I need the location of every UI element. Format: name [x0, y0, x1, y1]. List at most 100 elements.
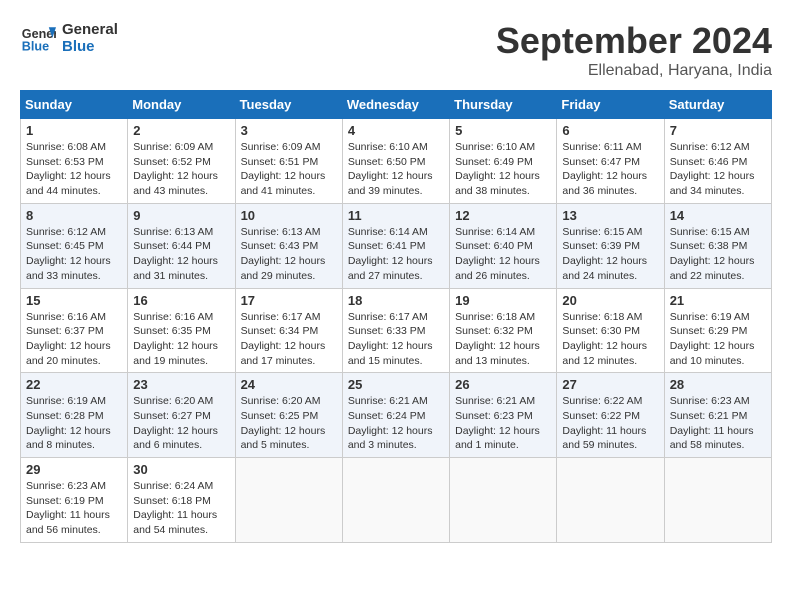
- calendar-cell: [664, 458, 771, 543]
- calendar-cell: 26Sunrise: 6:21 AM Sunset: 6:23 PM Dayli…: [450, 373, 557, 458]
- calendar-table: SundayMondayTuesdayWednesdayThursdayFrid…: [20, 90, 772, 543]
- day-number: 27: [562, 377, 658, 392]
- day-number: 7: [670, 123, 766, 138]
- day-number: 1: [26, 123, 122, 138]
- calendar-cell: 22 Sunrise: 6:19 AM Sunset: 6:28 PM Dayli…: [21, 373, 128, 458]
- day-number: 29: [26, 462, 122, 477]
- day-info: Sunrise: 6:13 AM Sunset: 6:43 PM Dayligh…: [241, 225, 337, 284]
- calendar-cell: 21Sunrise: 6:19 AM Sunset: 6:29 PM Dayli…: [664, 288, 771, 373]
- logo-text-line2: Blue: [62, 38, 118, 55]
- location-title: Ellenabad, Haryana, India: [496, 62, 772, 80]
- day-info: Sunrise: 6:20 AM Sunset: 6:25 PM Dayligh…: [241, 394, 337, 453]
- calendar-week-row: 29 Sunrise: 6:23 AM Sunset: 6:19 PM Dayli…: [21, 458, 772, 543]
- calendar-cell: 12 Sunrise: 6:14 AM Sunset: 6:40 PM Dayli…: [450, 203, 557, 288]
- day-number: 13: [562, 208, 658, 223]
- day-number: 11: [348, 208, 444, 223]
- day-info: Sunrise: 6:19 AM Sunset: 6:28 PM Dayligh…: [26, 394, 122, 453]
- day-info: Sunrise: 6:09 AM Sunset: 6:51 PM Dayligh…: [241, 140, 337, 199]
- day-info: Sunrise: 6:13 AM Sunset: 6:44 PM Dayligh…: [133, 225, 229, 284]
- calendar-cell: 2 Sunrise: 6:09 AM Sunset: 6:52 PM Daylig…: [128, 119, 235, 204]
- calendar-week-row: 15 Sunrise: 6:16 AM Sunset: 6:37 PM Dayli…: [21, 288, 772, 373]
- day-info: Sunrise: 6:24 AM Sunset: 6:18 PM Dayligh…: [133, 479, 229, 538]
- day-info: Sunrise: 6:23 AM Sunset: 6:19 PM Dayligh…: [26, 479, 122, 538]
- day-info: Sunrise: 6:23 AM Sunset: 6:21 PM Dayligh…: [670, 394, 766, 453]
- logo-icon: General Blue: [20, 20, 56, 56]
- day-number: 19: [455, 293, 551, 308]
- day-of-week-header: Saturday: [664, 91, 771, 119]
- calendar-week-row: 8 Sunrise: 6:12 AM Sunset: 6:45 PM Daylig…: [21, 203, 772, 288]
- logo-text-line1: General: [62, 21, 118, 38]
- calendar-cell: 30 Sunrise: 6:24 AM Sunset: 6:18 PM Dayli…: [128, 458, 235, 543]
- day-of-week-header: Monday: [128, 91, 235, 119]
- calendar-cell: 7 Sunrise: 6:12 AM Sunset: 6:46 PM Daylig…: [664, 119, 771, 204]
- calendar-cell: [342, 458, 449, 543]
- day-info: Sunrise: 6:22 AM Sunset: 6:22 PM Dayligh…: [562, 394, 658, 453]
- day-number: 24: [241, 377, 337, 392]
- calendar-week-row: 22 Sunrise: 6:19 AM Sunset: 6:28 PM Dayli…: [21, 373, 772, 458]
- day-info: Sunrise: 6:12 AM Sunset: 6:46 PM Dayligh…: [670, 140, 766, 199]
- day-number: 8: [26, 208, 122, 223]
- day-number: 9: [133, 208, 229, 223]
- day-number: 5: [455, 123, 551, 138]
- day-info: Sunrise: 6:16 AM Sunset: 6:35 PM Dayligh…: [133, 310, 229, 369]
- day-number: 17: [241, 293, 337, 308]
- month-title: September 2024: [496, 20, 772, 62]
- day-info: Sunrise: 6:17 AM Sunset: 6:33 PM Dayligh…: [348, 310, 444, 369]
- day-info: Sunrise: 6:15 AM Sunset: 6:39 PM Dayligh…: [562, 225, 658, 284]
- day-number: 2: [133, 123, 229, 138]
- calendar-header-row: SundayMondayTuesdayWednesdayThursdayFrid…: [21, 91, 772, 119]
- calendar-cell: 13 Sunrise: 6:15 AM Sunset: 6:39 PM Dayli…: [557, 203, 664, 288]
- svg-text:Blue: Blue: [22, 40, 49, 54]
- day-info: Sunrise: 6:19 AM Sunset: 6:29 PM Dayligh…: [670, 310, 766, 369]
- calendar-cell: [557, 458, 664, 543]
- day-of-week-header: Thursday: [450, 91, 557, 119]
- calendar-cell: 24 Sunrise: 6:20 AM Sunset: 6:25 PM Dayli…: [235, 373, 342, 458]
- day-info: Sunrise: 6:11 AM Sunset: 6:47 PM Dayligh…: [562, 140, 658, 199]
- day-info: Sunrise: 6:14 AM Sunset: 6:41 PM Dayligh…: [348, 225, 444, 284]
- calendar-cell: 23Sunrise: 6:20 AM Sunset: 6:27 PM Dayli…: [128, 373, 235, 458]
- day-number: 28: [670, 377, 766, 392]
- day-number: 26: [455, 377, 551, 392]
- calendar-cell: 27 Sunrise: 6:22 AM Sunset: 6:22 PM Dayli…: [557, 373, 664, 458]
- calendar-cell: 14Sunrise: 6:15 AM Sunset: 6:38 PM Dayli…: [664, 203, 771, 288]
- calendar-cell: [450, 458, 557, 543]
- day-number: 22: [26, 377, 122, 392]
- day-info: Sunrise: 6:10 AM Sunset: 6:50 PM Dayligh…: [348, 140, 444, 199]
- day-info: Sunrise: 6:17 AM Sunset: 6:34 PM Dayligh…: [241, 310, 337, 369]
- calendar-cell: 10 Sunrise: 6:13 AM Sunset: 6:43 PM Dayli…: [235, 203, 342, 288]
- logo: General Blue General Blue: [20, 20, 118, 56]
- day-number: 30: [133, 462, 229, 477]
- calendar-cell: 1 Sunrise: 6:08 AM Sunset: 6:53 PM Daylig…: [21, 119, 128, 204]
- day-info: Sunrise: 6:09 AM Sunset: 6:52 PM Dayligh…: [133, 140, 229, 199]
- day-of-week-header: Friday: [557, 91, 664, 119]
- day-info: Sunrise: 6:16 AM Sunset: 6:37 PM Dayligh…: [26, 310, 122, 369]
- day-number: 25: [348, 377, 444, 392]
- day-number: 18: [348, 293, 444, 308]
- calendar-cell: 18 Sunrise: 6:17 AM Sunset: 6:33 PM Dayli…: [342, 288, 449, 373]
- day-of-week-header: Wednesday: [342, 91, 449, 119]
- calendar-cell: 17 Sunrise: 6:17 AM Sunset: 6:34 PM Dayli…: [235, 288, 342, 373]
- calendar-cell: 3 Sunrise: 6:09 AM Sunset: 6:51 PM Daylig…: [235, 119, 342, 204]
- day-number: 15: [26, 293, 122, 308]
- day-info: Sunrise: 6:14 AM Sunset: 6:40 PM Dayligh…: [455, 225, 551, 284]
- day-number: 16: [133, 293, 229, 308]
- title-section: September 2024 Ellenabad, Haryana, India: [496, 20, 772, 80]
- calendar-cell: 19 Sunrise: 6:18 AM Sunset: 6:32 PM Dayli…: [450, 288, 557, 373]
- calendar-cell: [235, 458, 342, 543]
- day-info: Sunrise: 6:20 AM Sunset: 6:27 PM Dayligh…: [133, 394, 229, 453]
- calendar-cell: 28 Sunrise: 6:23 AM Sunset: 6:21 PM Dayli…: [664, 373, 771, 458]
- calendar-cell: 25Sunrise: 6:21 AM Sunset: 6:24 PM Dayli…: [342, 373, 449, 458]
- day-info: Sunrise: 6:08 AM Sunset: 6:53 PM Dayligh…: [26, 140, 122, 199]
- day-number: 12: [455, 208, 551, 223]
- day-of-week-header: Sunday: [21, 91, 128, 119]
- day-info: Sunrise: 6:12 AM Sunset: 6:45 PM Dayligh…: [26, 225, 122, 284]
- day-number: 6: [562, 123, 658, 138]
- page-header: General Blue General Blue September 2024…: [20, 20, 772, 80]
- day-info: Sunrise: 6:18 AM Sunset: 6:32 PM Dayligh…: [455, 310, 551, 369]
- day-number: 10: [241, 208, 337, 223]
- day-of-week-header: Tuesday: [235, 91, 342, 119]
- day-info: Sunrise: 6:15 AM Sunset: 6:38 PM Dayligh…: [670, 225, 766, 284]
- calendar-cell: 5Sunrise: 6:10 AM Sunset: 6:49 PM Daylig…: [450, 119, 557, 204]
- day-number: 20: [562, 293, 658, 308]
- day-number: 3: [241, 123, 337, 138]
